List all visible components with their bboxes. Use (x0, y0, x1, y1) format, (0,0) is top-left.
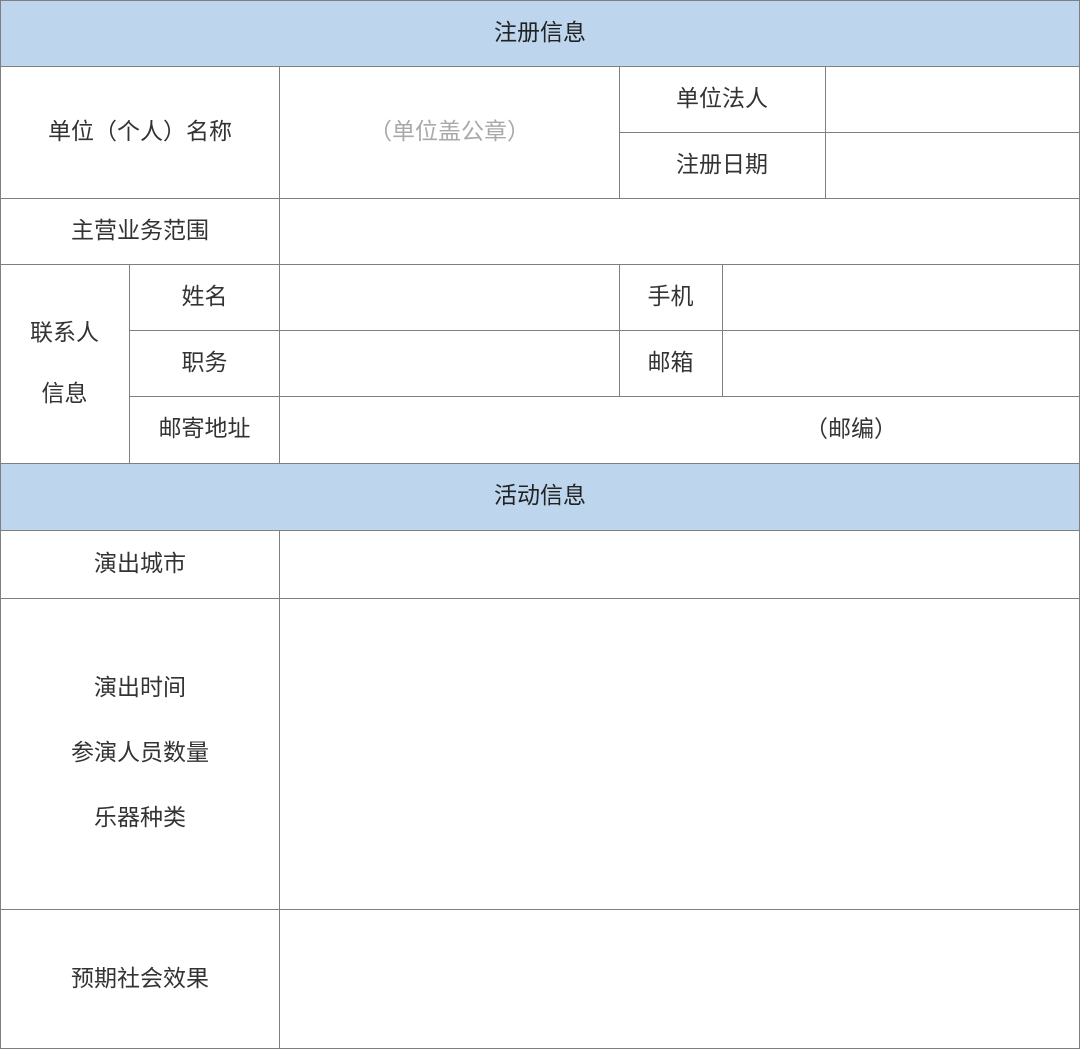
legal-person-label-cell: 单位法人 (619, 66, 825, 132)
registration-date-label: 注册日期 (676, 151, 768, 178)
registration-section-title: 注册信息 (494, 19, 586, 46)
contact-position-label-cell: 职务 (129, 330, 280, 396)
registration-date-input-cell[interactable] (825, 132, 1080, 198)
instrument-types-label: 乐器种类 (94, 805, 186, 831)
legal-person-input-cell[interactable] (825, 66, 1080, 132)
contact-group-label-line1: 联系人 (30, 319, 99, 346)
mailing-address-input-cell[interactable]: （邮编） (280, 396, 1080, 463)
business-scope-label-cell: 主营业务范围 (0, 198, 280, 264)
email-input-cell[interactable] (722, 330, 1080, 396)
mailing-address-label: 邮寄地址 (158, 416, 251, 442)
performance-details-label-cell: 演出时间 参演人员数量 乐器种类 (0, 598, 280, 909)
registration-form-table: 注册信息 单位（个人）名称 （单位盖公章） 单位法人 注册日期 主营业务范围 联… (0, 0, 1080, 1049)
expected-social-effect-label-cell: 预期社会效果 (0, 909, 280, 1049)
unit-name-label: 单位（个人）名称 (48, 118, 232, 145)
contact-group-label-line2: 信息 (41, 380, 88, 407)
mobile-label: 手机 (647, 283, 694, 310)
performance-city-label-cell: 演出城市 (0, 530, 280, 598)
expected-social-effect-label: 预期社会效果 (71, 965, 209, 992)
registration-section-header: 注册信息 (0, 0, 1080, 66)
activity-section-header: 活动信息 (0, 463, 1080, 530)
contact-name-input-cell[interactable] (280, 264, 619, 330)
contact-name-label-cell: 姓名 (129, 264, 280, 330)
contact-position-input-cell[interactable] (280, 330, 619, 396)
contact-position-label: 职务 (181, 349, 228, 376)
activity-section-title: 活动信息 (494, 483, 586, 509)
participants-count-label: 参演人员数量 (71, 740, 209, 766)
unit-name-label-cell: 单位（个人）名称 (0, 66, 280, 198)
performance-time-label: 演出时间 (94, 675, 186, 701)
registration-date-label-cell: 注册日期 (619, 132, 825, 198)
performance-details-input-cell[interactable] (280, 598, 1080, 909)
business-scope-input-cell[interactable] (280, 198, 1080, 264)
contact-name-label: 姓名 (181, 283, 228, 310)
contact-info-group-label-cell: 联系人 信息 (0, 264, 129, 463)
legal-person-label: 单位法人 (676, 85, 768, 112)
mailing-address-label-cell: 邮寄地址 (129, 396, 280, 463)
unit-name-input-cell[interactable]: （单位盖公章） (280, 66, 619, 198)
email-label: 邮箱 (647, 349, 694, 376)
email-label-cell: 邮箱 (619, 330, 722, 396)
business-scope-label: 主营业务范围 (71, 217, 209, 244)
postcode-label: （邮编） (805, 416, 897, 442)
performance-city-input-cell[interactable] (280, 530, 1080, 598)
performance-city-label: 演出城市 (94, 550, 186, 577)
mobile-label-cell: 手机 (619, 264, 722, 330)
expected-social-effect-input-cell[interactable] (280, 909, 1080, 1049)
unit-seal-placeholder: （单位盖公章） (369, 118, 530, 145)
mobile-input-cell[interactable] (722, 264, 1080, 330)
